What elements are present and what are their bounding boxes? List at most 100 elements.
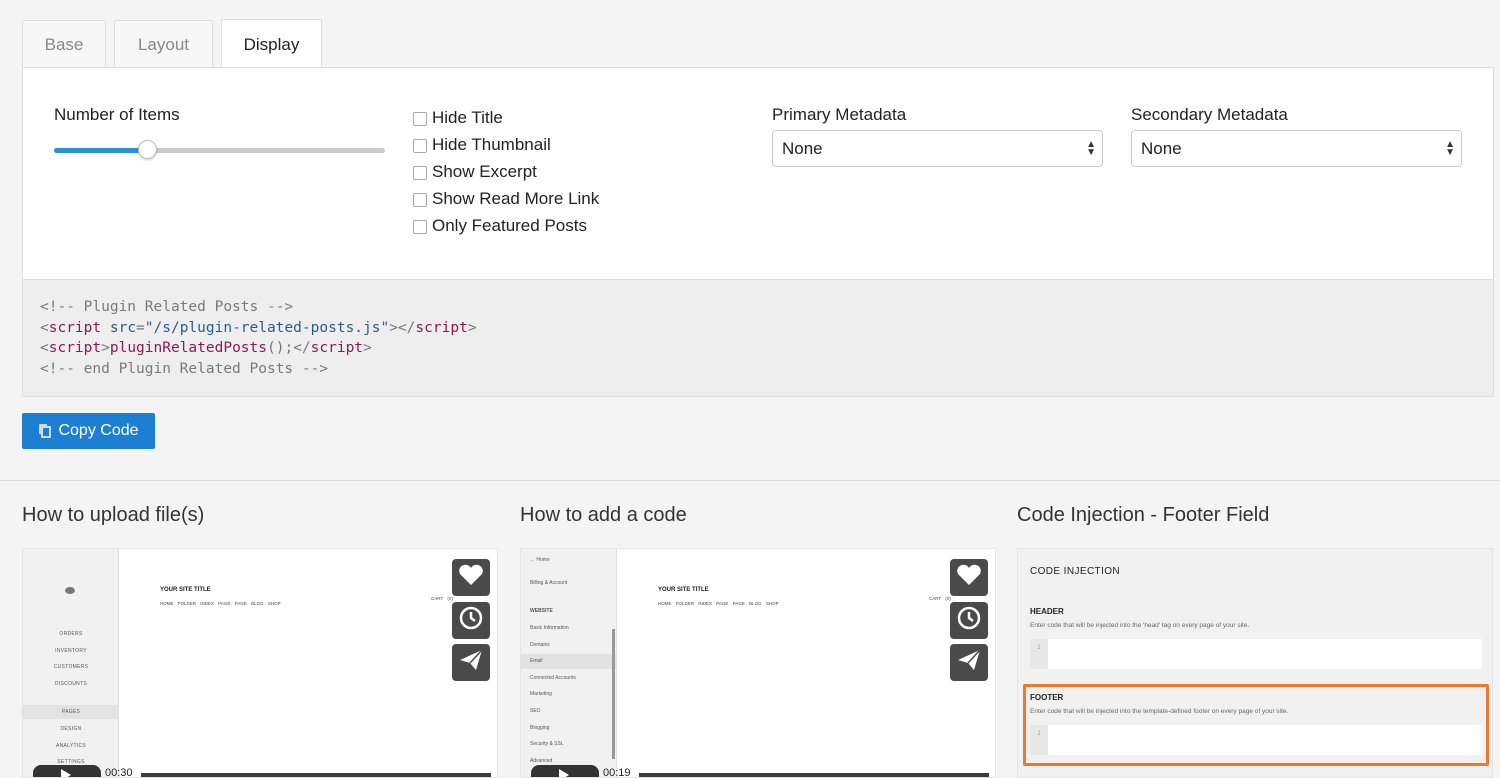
sidebar-item: Connected Accounts — [530, 675, 576, 681]
slider-fill — [54, 148, 147, 153]
primary-metadata-label: Primary Metadata — [772, 105, 907, 124]
watch-later-button[interactable] — [452, 602, 490, 639]
hide-thumbnail-checkbox[interactable] — [413, 138, 427, 153]
header-code-field: 1 — [1030, 639, 1482, 669]
paper-plane-icon — [458, 648, 484, 677]
video-sidebar: ORDERS INVENTORY CUSTOMERS DISCOUNTS PAG… — [23, 549, 119, 777]
site-title: YOUR SITE TITLE — [658, 587, 709, 593]
sidebar-item: Marketing — [530, 691, 552, 697]
video-title-upload: How to upload file(s) — [22, 504, 205, 526]
code-punct: ();</ — [267, 340, 311, 356]
video-time: 00:19 — [603, 767, 631, 778]
video-sidebar: ← Home Billing & Account WEBSITE Basic I… — [521, 549, 617, 777]
only-featured-option[interactable]: Only Featured Posts — [413, 212, 599, 239]
tab-base[interactable]: Base — [22, 20, 106, 68]
only-featured-checkbox[interactable] — [413, 219, 427, 234]
clock-icon — [458, 605, 484, 636]
sidebar-item: PAGES — [23, 705, 119, 719]
video-player-add-code[interactable]: ← Home Billing & Account WEBSITE Basic I… — [520, 548, 996, 778]
code-attr: src — [101, 319, 137, 336]
code-line-2: <script src="/s/plugin-related-posts.js"… — [40, 318, 1493, 339]
hide-title-checkbox[interactable] — [413, 111, 427, 126]
code-line-1: <!-- Plugin Related Posts --> — [40, 297, 1493, 318]
code-call: pluginRelatedPosts — [109, 340, 267, 356]
sidebar-item: Email — [530, 658, 543, 664]
primary-metadata-select[interactable]: None ▲ ▼ — [772, 130, 1103, 167]
section-divider — [0, 480, 1500, 481]
select-arrows-icon: ▲ ▼ — [1086, 138, 1096, 158]
select-arrows-icon: ▲ ▼ — [1445, 138, 1455, 158]
code-eq: = — [136, 319, 145, 336]
code-comment: <!-- Plugin Related Posts --> — [40, 299, 294, 315]
tab-layout[interactable]: Layout — [114, 20, 213, 68]
secondary-metadata-value: None — [1141, 138, 1182, 158]
primary-metadata-value: None — [782, 138, 823, 158]
watch-later-button[interactable] — [950, 602, 988, 639]
site-nav: HOME FOLDER INDEX PAGE PAGE BLOG SHOP — [658, 601, 779, 606]
heart-icon — [956, 564, 982, 591]
show-excerpt-option[interactable]: Show Excerpt — [413, 158, 599, 185]
hide-title-label: Hide Title — [432, 107, 503, 127]
sidebar-item: DESIGN — [60, 726, 82, 732]
code-line-4: <!-- end Plugin Related Posts --> — [40, 359, 1493, 380]
code-string: "/s/plugin-related-posts.js" — [144, 319, 390, 336]
show-read-more-label: Show Read More Link — [432, 188, 600, 208]
code-comment: <!-- end Plugin Related Posts --> — [40, 360, 329, 377]
show-excerpt-label: Show Excerpt — [432, 161, 537, 181]
heart-icon — [458, 564, 484, 591]
share-button[interactable] — [452, 644, 490, 681]
code-punct: > — [467, 319, 477, 336]
sidebar-item: ← Home — [530, 557, 550, 563]
tab-display[interactable]: Display — [221, 19, 322, 69]
video-title-add-code: How to add a code — [520, 504, 687, 526]
embed-code-block[interactable]: <!-- Plugin Related Posts --> <script sr… — [22, 279, 1494, 397]
play-button[interactable] — [33, 765, 101, 777]
sidebar-item: Billing & Account — [530, 580, 568, 586]
sidebar-item: Advanced — [530, 758, 553, 764]
show-excerpt-checkbox[interactable] — [413, 165, 427, 180]
sidebar-item: ORDERS — [59, 631, 83, 637]
clock-icon — [956, 605, 982, 636]
number-of-items-label: Number of Items — [54, 105, 180, 124]
secondary-metadata-label: Secondary Metadata — [1131, 105, 1288, 124]
code-injection-title: Code Injection - Footer Field — [1017, 504, 1270, 526]
show-read-more-option[interactable]: Show Read More Link — [413, 185, 599, 212]
hide-thumbnail-option[interactable]: Hide Thumbnail — [413, 131, 599, 158]
code-punct: < — [40, 340, 49, 356]
header-label: HEADER — [1030, 607, 1064, 616]
number-of-items-slider[interactable] — [54, 140, 385, 159]
code-lt: < — [40, 319, 49, 336]
copy-icon — [38, 423, 52, 439]
sidebar-item: CUSTOMERS — [53, 664, 89, 670]
slider-thumb[interactable] — [137, 140, 157, 159]
hide-thumbnail-label: Hide Thumbnail — [432, 134, 551, 154]
logo-icon — [65, 587, 75, 594]
play-button[interactable] — [531, 765, 599, 777]
footer-highlight-box — [1023, 684, 1489, 766]
video-player-upload[interactable]: ORDERS INVENTORY CUSTOMERS DISCOUNTS PAG… — [22, 548, 498, 778]
video-progress-bar[interactable] — [141, 773, 491, 777]
sidebar-item: Domains — [530, 642, 550, 648]
sidebar-scrollbar[interactable] — [612, 629, 615, 759]
code-injection-heading: CODE INJECTION — [1030, 566, 1121, 577]
like-button[interactable] — [950, 559, 988, 596]
secondary-metadata-select[interactable]: None ▲ ▼ — [1131, 130, 1462, 167]
share-button[interactable] — [950, 644, 988, 681]
video-progress-bar[interactable] — [639, 773, 989, 777]
hide-title-option[interactable]: Hide Title — [413, 104, 599, 131]
only-featured-label: Only Featured Posts — [432, 215, 587, 235]
show-read-more-checkbox[interactable] — [413, 192, 427, 207]
sidebar-section: WEBSITE — [530, 608, 553, 614]
code-injection-image: CODE INJECTION HEADER Enter code that wi… — [1017, 548, 1493, 778]
sidebar-item: SEO — [530, 708, 541, 714]
like-button[interactable] — [452, 559, 490, 596]
video-time: 00:30 — [105, 767, 133, 778]
copy-code-button[interactable]: Copy Code — [22, 413, 155, 449]
display-settings-panel: Number of Items Hide Title Hide Thumbnai… — [22, 67, 1494, 280]
code-tag: script — [48, 319, 102, 336]
site-cart: CART (0) — [431, 596, 453, 601]
code-tag: script — [48, 340, 102, 356]
sidebar-item: Blogging — [530, 725, 550, 731]
header-desc: Enter code that will be injected into th… — [1030, 622, 1250, 629]
play-icon — [61, 769, 71, 777]
